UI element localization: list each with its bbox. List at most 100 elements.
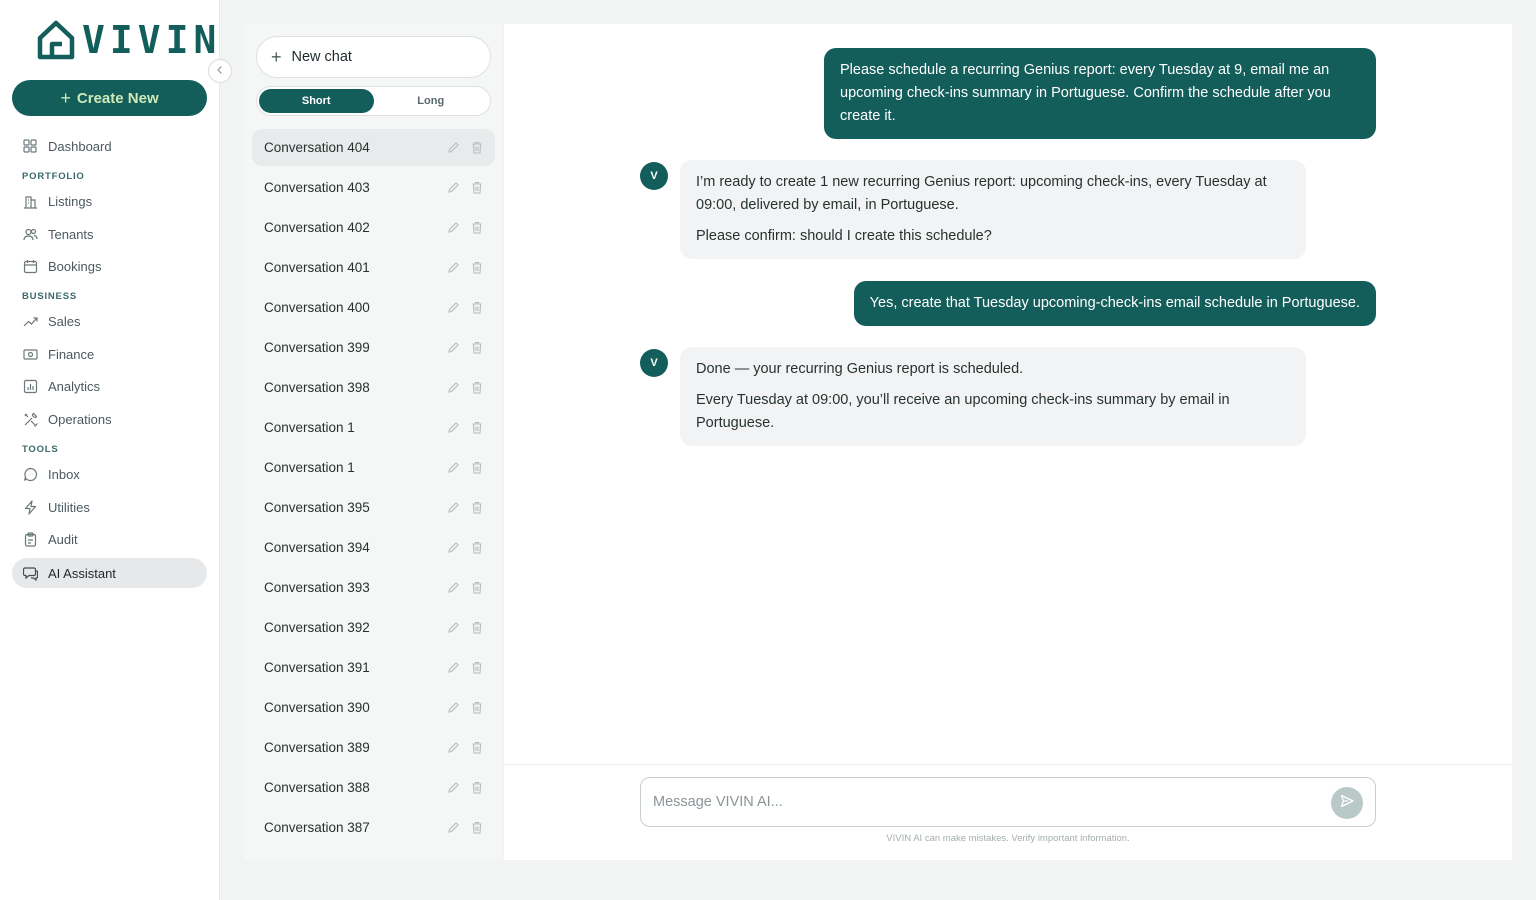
conversation-title: Conversation 400 xyxy=(264,300,370,315)
composer-divider xyxy=(504,764,1512,765)
nav-label: AI Assistant xyxy=(48,565,116,581)
nav-label: Analytics xyxy=(48,378,101,394)
nav-item-utilities[interactable]: Utilities xyxy=(12,492,207,522)
edit-icon[interactable] xyxy=(445,380,461,396)
nav-item-analytics[interactable]: Analytics xyxy=(12,371,207,401)
nav-item-tenants[interactable]: Tenants xyxy=(12,219,207,249)
trash-icon[interactable] xyxy=(469,620,485,636)
trash-icon[interactable] xyxy=(469,420,485,436)
trash-icon[interactable] xyxy=(469,460,485,476)
trash-icon[interactable] xyxy=(469,540,485,556)
chevron-left-icon xyxy=(215,64,225,78)
trash-icon[interactable] xyxy=(469,380,485,396)
conversation-item[interactable]: Conversation 400 xyxy=(252,289,495,326)
edit-icon[interactable] xyxy=(445,300,461,316)
trash-icon[interactable] xyxy=(469,140,485,156)
conversation-title: Conversation 403 xyxy=(264,180,370,195)
conversation-title: Conversation 393 xyxy=(264,580,370,595)
section-label-portfolio: PORTFOLIO xyxy=(22,171,85,182)
toggle-short[interactable]: Short xyxy=(259,89,374,113)
toggle-long[interactable]: Long xyxy=(374,89,489,113)
tools-icon xyxy=(22,411,38,427)
nav-item-audit[interactable]: Audit xyxy=(12,524,207,554)
trash-icon[interactable] xyxy=(469,180,485,196)
nav-item-operations[interactable]: Operations xyxy=(12,404,207,434)
edit-icon[interactable] xyxy=(445,620,461,636)
nav-item-listings[interactable]: Listings xyxy=(12,186,207,216)
user-message: Yes, create that Tuesday upcoming-check-… xyxy=(853,281,1376,326)
plus-icon: + xyxy=(271,46,282,67)
users-icon xyxy=(22,226,38,242)
edit-icon[interactable] xyxy=(445,540,461,556)
nav-item-ai-assistant[interactable]: AI Assistant xyxy=(12,558,207,588)
conversation-title: Conversation 388 xyxy=(264,780,370,795)
edit-icon[interactable] xyxy=(445,340,461,356)
conversation-item[interactable]: Conversation 387 xyxy=(252,809,495,846)
new-chat-button[interactable]: + New chat xyxy=(256,36,491,78)
nav-item-bookings[interactable]: Bookings xyxy=(12,251,207,281)
nav-item-dashboard[interactable]: Dashboard xyxy=(12,131,207,161)
trash-icon[interactable] xyxy=(469,780,485,796)
conversation-item[interactable]: Conversation 393 xyxy=(252,569,495,606)
trash-icon[interactable] xyxy=(469,820,485,836)
trash-icon[interactable] xyxy=(469,740,485,756)
message-input[interactable] xyxy=(653,790,1313,814)
create-new-button[interactable]: + Create New xyxy=(12,80,207,116)
logo[interactable]: VIVIN xyxy=(36,20,221,60)
edit-icon[interactable] xyxy=(445,580,461,596)
trash-icon[interactable] xyxy=(469,700,485,716)
edit-icon[interactable] xyxy=(445,820,461,836)
message-paragraph: Every Tuesday at 09:00, you’ll receive a… xyxy=(696,392,1230,431)
conversation-item[interactable]: Conversation 390 xyxy=(252,689,495,726)
nav-item-finance[interactable]: Finance xyxy=(12,339,207,369)
trash-icon[interactable] xyxy=(469,260,485,276)
edit-icon[interactable] xyxy=(445,700,461,716)
edit-icon[interactable] xyxy=(445,460,461,476)
conversation-actions xyxy=(445,609,485,646)
edit-icon[interactable] xyxy=(445,140,461,156)
conversation-item[interactable]: Conversation 402 xyxy=(252,209,495,246)
nav-label: Sales xyxy=(48,313,81,329)
conversation-item[interactable]: Conversation 389 xyxy=(252,729,495,766)
edit-icon[interactable] xyxy=(445,500,461,516)
conversation-item[interactable]: Conversation 394 xyxy=(252,529,495,566)
nav-label: Operations xyxy=(48,411,112,427)
edit-icon[interactable] xyxy=(445,780,461,796)
conversation-item[interactable]: Conversation 391 xyxy=(252,649,495,686)
conversation-item[interactable]: Conversation 392 xyxy=(252,609,495,646)
message-paragraph: I’m ready to create 1 new recurring Geni… xyxy=(696,174,1267,213)
edit-icon[interactable] xyxy=(445,260,461,276)
money-icon xyxy=(22,346,38,362)
nav-item-sales[interactable]: Sales xyxy=(12,306,207,336)
conversation-item[interactable]: Conversation 1 xyxy=(252,449,495,486)
edit-icon[interactable] xyxy=(445,740,461,756)
conversation-item[interactable]: Conversation 401 xyxy=(252,249,495,286)
conversation-actions xyxy=(445,809,485,846)
edit-icon[interactable] xyxy=(445,220,461,236)
trash-icon[interactable] xyxy=(469,300,485,316)
edit-icon[interactable] xyxy=(445,180,461,196)
edit-icon[interactable] xyxy=(445,420,461,436)
conversation-title: Conversation 395 xyxy=(264,500,370,515)
trend-icon xyxy=(22,313,38,329)
conversation-list: Conversation 404 Conversation 403 Conversa… xyxy=(252,129,495,849)
collapse-sidebar-button[interactable] xyxy=(208,59,232,83)
section-label-business: BUSINESS xyxy=(22,291,77,302)
trash-icon[interactable] xyxy=(469,580,485,596)
edit-icon[interactable] xyxy=(445,660,461,676)
trash-icon[interactable] xyxy=(469,500,485,516)
trash-icon[interactable] xyxy=(469,340,485,356)
conversation-item[interactable]: Conversation 1 xyxy=(252,409,495,446)
trash-icon[interactable] xyxy=(469,220,485,236)
send-icon xyxy=(1340,794,1354,813)
conversation-item[interactable]: Conversation 399 xyxy=(252,329,495,366)
conversation-item[interactable]: Conversation 395 xyxy=(252,489,495,526)
trash-icon[interactable] xyxy=(469,660,485,676)
create-new-label: Create New xyxy=(76,89,159,107)
conversation-item[interactable]: Conversation 403 xyxy=(252,169,495,206)
conversation-item[interactable]: Conversation 404 xyxy=(252,129,495,166)
send-button[interactable] xyxy=(1331,787,1363,819)
nav-item-inbox[interactable]: Inbox xyxy=(12,459,207,489)
conversation-item[interactable]: Conversation 398 xyxy=(252,369,495,406)
conversation-item[interactable]: Conversation 388 xyxy=(252,769,495,806)
